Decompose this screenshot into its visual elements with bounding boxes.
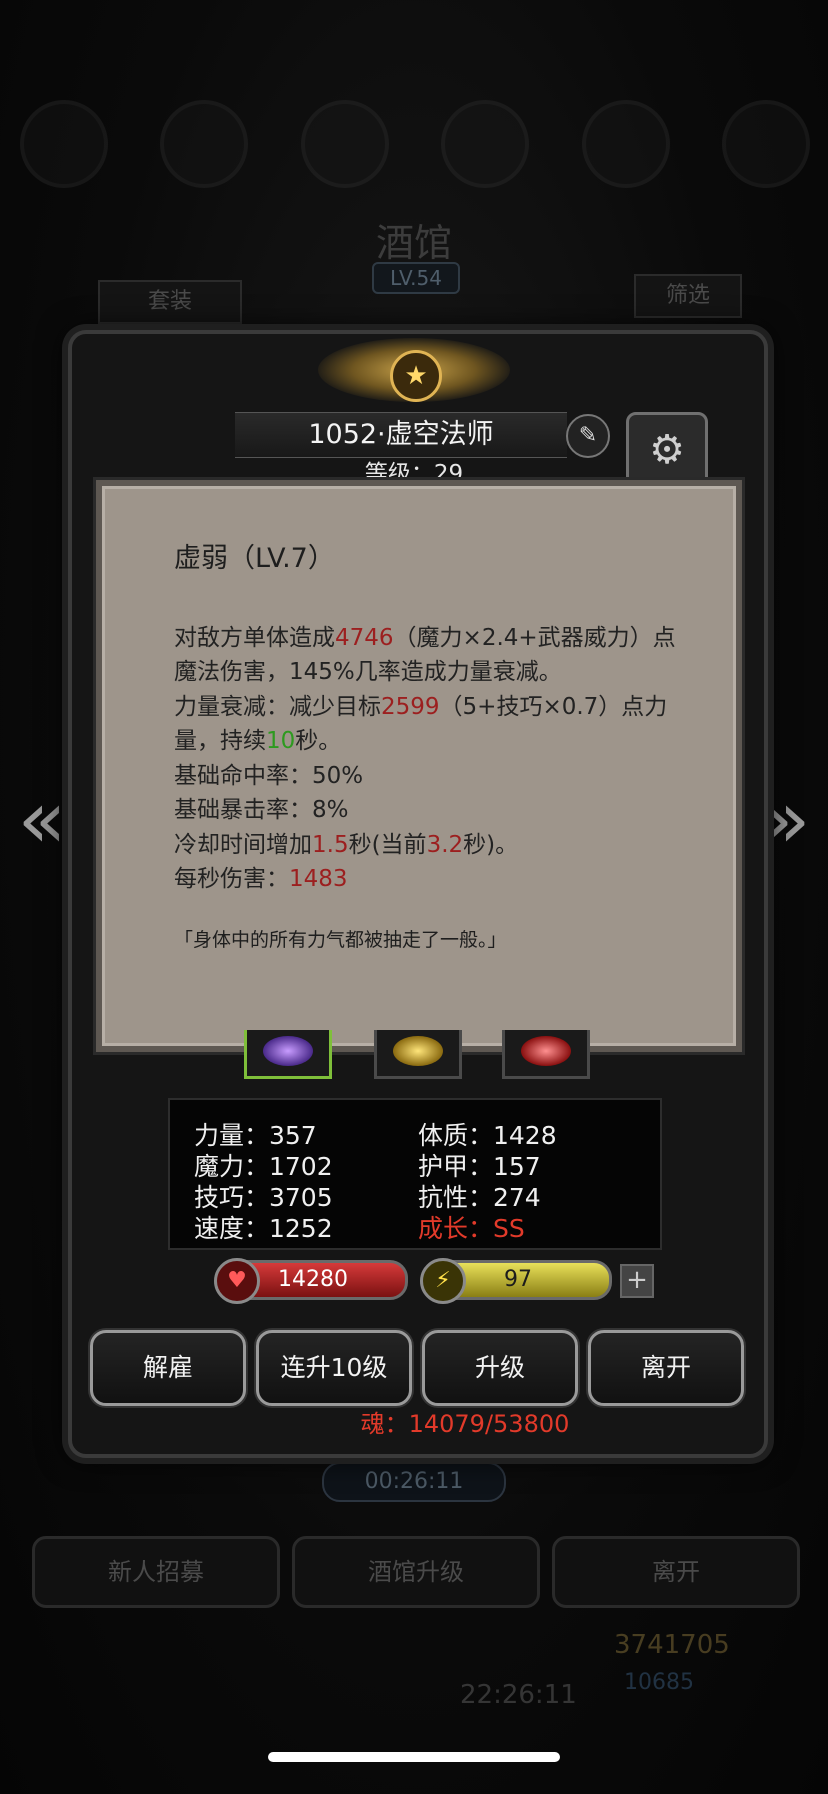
tavern-level: LV.54	[372, 262, 460, 294]
debuff-description: 力量衰减：减少目标2599（5+技巧×0.7）点力量，持续10秒。	[174, 690, 694, 759]
timer: 00:26:11	[322, 1462, 506, 1502]
home-indicator[interactable]	[268, 1752, 560, 1762]
light-skill-icon	[393, 1036, 443, 1066]
dismiss-button[interactable]: 解雇	[90, 1330, 246, 1406]
skill-quote: 「身体中的所有力气都被抽走了一般。」	[174, 928, 507, 951]
debuff-text: 秒。	[295, 728, 342, 754]
background-hero-icons	[20, 100, 810, 190]
cooldown-add: 1.5	[312, 831, 349, 858]
skill-description: 对敌方单体造成4746（魔力×2.4+武器威力）点魔法伤害，145%几率造成力量…	[174, 621, 694, 690]
fire-skill-icon	[521, 1036, 571, 1066]
stat-speed: 速度：1252	[194, 1214, 333, 1243]
level-up-button[interactable]: 升级	[422, 1330, 578, 1406]
hero-name: 1052·虚空法师	[235, 412, 567, 458]
dps-value: 1483	[289, 866, 348, 892]
bottom-toolbar: 3741705 10685 22:26:11	[0, 1630, 828, 1730]
lightning-icon: ⚡	[420, 1258, 466, 1304]
skill-slot-1[interactable]	[244, 1030, 332, 1079]
gem-amount: 10685	[624, 1670, 694, 1695]
background-leave-button: 离开	[552, 1536, 800, 1608]
skill-slot-2[interactable]	[374, 1030, 462, 1079]
background-hero-icon	[300, 100, 389, 188]
soul-count: 魂：14079/53800	[360, 1410, 570, 1438]
skill-tooltip[interactable]: 虚弱（LV.7） 对敌方单体造成4746（魔力×2.4+武器威力）点魔法伤害，1…	[96, 480, 742, 1052]
damage-value: 4746	[335, 624, 394, 651]
background-hero-icon	[20, 100, 108, 188]
background-hero-icon	[721, 100, 810, 188]
star-emblem-icon: ★	[390, 350, 442, 402]
background-hero-icon	[441, 100, 530, 188]
duration-value: 10	[266, 728, 296, 754]
cooldown-line: 冷却时间增加1.5秒(当前3.2秒)。	[174, 828, 694, 863]
leave-button[interactable]: 离开	[588, 1330, 744, 1406]
add-energy-button[interactable]: +	[620, 1264, 654, 1298]
crit-rate: 基础暴击率：8%	[174, 797, 349, 823]
upgrade-tavern-button: 酒馆升级	[292, 1536, 540, 1608]
gear-icon[interactable]: ⚙	[626, 412, 708, 488]
prev-hero-arrow-icon[interactable]: «	[12, 770, 72, 870]
debuff-text: 力量衰减：减少目标	[174, 693, 381, 720]
gold-amount: 3741705	[614, 1630, 730, 1660]
skill-title: 虚弱（LV.7）	[174, 543, 335, 574]
clock: 22:26:11	[460, 1680, 577, 1710]
tavern-title: 酒馆	[375, 221, 452, 265]
stat-growth: 成长：SS	[418, 1214, 525, 1243]
hit-rate: 基础命中率：50%	[174, 762, 364, 789]
filter-button: 筛选	[634, 274, 742, 318]
cooldown-text: 秒(当前	[348, 831, 427, 858]
dps-line: 每秒伤害：1483	[174, 862, 694, 897]
background-hero-icon	[581, 100, 670, 188]
level-up-10-button[interactable]: 连升10级	[256, 1330, 412, 1406]
cooldown-text: 秒)。	[463, 831, 519, 858]
cooldown-text: 冷却时间增加	[174, 831, 312, 858]
heart-icon: ♥	[214, 1258, 260, 1304]
cooldown-current: 3.2	[426, 831, 464, 858]
stats-panel: 力量：357 魔力：1702 技巧：3705 速度：1252 体质：1428 护…	[168, 1098, 662, 1250]
desc-text: 对敌方单体造成	[174, 624, 335, 651]
set-button: 套装	[98, 280, 242, 324]
background-hero-icon	[160, 100, 249, 188]
skill-slot-3[interactable]	[502, 1030, 590, 1079]
recruit-button: 新人招募	[32, 1536, 280, 1608]
void-skill-icon	[263, 1036, 313, 1066]
dps-label: 每秒伤害：	[174, 866, 289, 892]
debuff-value: 2599	[381, 693, 440, 720]
edit-name-icon[interactable]: ✎	[566, 414, 610, 458]
